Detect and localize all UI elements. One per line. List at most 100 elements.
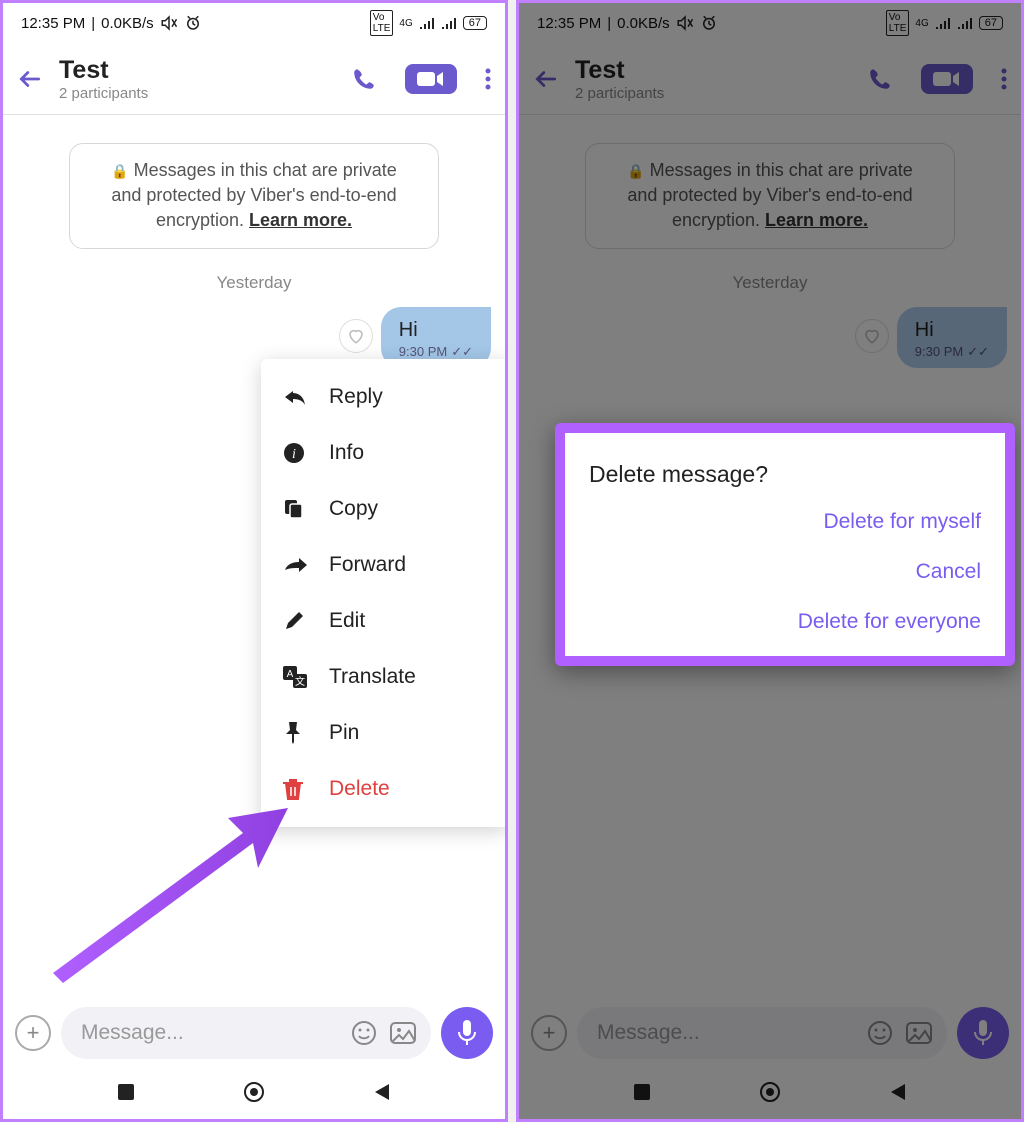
- volte-icon: VoLTE: [886, 10, 910, 36]
- android-nav-bar: [3, 1065, 505, 1119]
- phone-right: 12:35 PM | 0.0KB/s VoLTE 4G 67 Test 2 pa…: [516, 0, 1024, 1122]
- gallery-button[interactable]: [389, 1021, 417, 1045]
- delete-for-everyone-button[interactable]: Delete for everyone: [798, 610, 981, 634]
- emoji-button[interactable]: [351, 1020, 377, 1046]
- nav-recent[interactable]: [117, 1083, 135, 1101]
- menu-pin[interactable]: Pin: [261, 705, 508, 761]
- nav-recent[interactable]: [633, 1083, 651, 1101]
- forward-icon: [283, 558, 309, 572]
- reply-icon: [283, 389, 309, 405]
- react-button[interactable]: [339, 319, 373, 353]
- privacy-notice: 🔒 Messages in this chat are private and …: [69, 143, 439, 249]
- message-input[interactable]: Message...: [61, 1007, 431, 1059]
- svg-text:文: 文: [295, 675, 305, 688]
- message-time: 9:30 PM: [915, 344, 963, 359]
- battery-icon: 67: [979, 16, 1003, 30]
- chat-body: 🔒 Messages in this chat are private and …: [519, 115, 1021, 368]
- alarm-icon: [184, 14, 202, 32]
- message-input-bar: + Message...: [3, 1001, 505, 1065]
- menu-forward[interactable]: Forward: [261, 537, 508, 593]
- nav-home[interactable]: [243, 1081, 265, 1103]
- alarm-icon: [700, 14, 718, 32]
- edit-icon: [283, 610, 309, 632]
- status-time: 12:35 PM: [21, 15, 85, 32]
- chat-header: Test 2 participants: [3, 43, 505, 115]
- read-checks-icon: ✓✓: [451, 344, 473, 360]
- 4g-icon: 4G: [399, 18, 412, 29]
- input-placeholder: Message...: [81, 1021, 339, 1045]
- 4g-icon: 4G: [915, 18, 928, 29]
- call-button[interactable]: [351, 66, 377, 92]
- chat-title: Test: [59, 56, 335, 85]
- nav-back[interactable]: [889, 1082, 907, 1102]
- message-bubble[interactable]: Hi 9:30 PM ✓✓: [897, 307, 1007, 368]
- chat-title-block[interactable]: Test 2 participants: [59, 56, 335, 102]
- voice-button[interactable]: [441, 1007, 493, 1059]
- back-button[interactable]: [17, 66, 43, 92]
- info-icon: i: [283, 442, 309, 464]
- privacy-notice: 🔒 Messages in this chat are private and …: [585, 143, 955, 249]
- nav-home[interactable]: [759, 1081, 781, 1103]
- signal-icon: [419, 16, 435, 30]
- message-text: Hi: [399, 319, 473, 342]
- phone-left: 12:35 PM | 0.0KB/s VoLTE 4G: [0, 0, 508, 1122]
- more-button[interactable]: [1001, 67, 1007, 91]
- chat-body: 🔒 Messages in this chat are private and …: [3, 115, 505, 368]
- svg-text:i: i: [292, 447, 296, 462]
- nav-back[interactable]: [373, 1082, 391, 1102]
- message-time: 9:30 PM: [399, 344, 447, 359]
- menu-delete[interactable]: Delete: [261, 761, 508, 817]
- input-placeholder: Message...: [597, 1021, 855, 1045]
- emoji-button[interactable]: [867, 1020, 893, 1046]
- message-input[interactable]: Message...: [577, 1007, 947, 1059]
- status-net: 0.0KB/s: [617, 15, 670, 32]
- delete-dialog: Delete message? Delete for myself Cancel…: [555, 423, 1015, 666]
- annotation-arrow: [33, 783, 293, 983]
- pin-icon: [283, 722, 309, 744]
- chat-subtitle: 2 participants: [575, 85, 851, 102]
- chat-title-block[interactable]: Test 2 participants: [575, 56, 851, 102]
- back-button[interactable]: [533, 66, 559, 92]
- android-nav-bar: [519, 1065, 1021, 1119]
- message-row: Hi 9:30 PM ✓✓: [533, 307, 1007, 368]
- learn-more-link[interactable]: Learn more.: [249, 210, 352, 230]
- message-text: Hi: [915, 319, 989, 342]
- more-button[interactable]: [485, 67, 491, 91]
- attach-button[interactable]: +: [15, 1015, 51, 1051]
- react-button[interactable]: [855, 319, 889, 353]
- attach-button[interactable]: +: [531, 1015, 567, 1051]
- call-button[interactable]: [867, 66, 893, 92]
- lock-icon: 🔒: [627, 163, 644, 179]
- read-checks-icon: ✓✓: [967, 344, 989, 360]
- lock-icon: 🔒: [111, 163, 128, 179]
- video-call-button[interactable]: [921, 64, 973, 94]
- message-context-menu: Reply i Info Copy Forward Edit A文 Transl…: [261, 359, 508, 827]
- gallery-button[interactable]: [905, 1021, 933, 1045]
- voice-button[interactable]: [957, 1007, 1009, 1059]
- status-bar: 12:35 PM | 0.0KB/s VoLTE 4G 67: [519, 3, 1021, 43]
- dialog-title: Delete message?: [589, 461, 981, 488]
- menu-reply[interactable]: Reply: [261, 369, 508, 425]
- copy-icon: [283, 498, 309, 520]
- menu-copy[interactable]: Copy: [261, 481, 508, 537]
- date-separator: Yesterday: [217, 273, 292, 293]
- message-input-bar: + Message...: [519, 1001, 1021, 1065]
- chat-subtitle: 2 participants: [59, 85, 335, 102]
- chat-header: Test 2 participants: [519, 43, 1021, 115]
- signal-icon: [935, 16, 951, 30]
- menu-info[interactable]: i Info: [261, 425, 508, 481]
- translate-icon: A文: [283, 666, 309, 688]
- delete-icon: [283, 778, 309, 800]
- volte-icon: VoLTE: [370, 10, 394, 36]
- date-separator: Yesterday: [733, 273, 808, 293]
- menu-translate[interactable]: A文 Translate: [261, 649, 508, 705]
- battery-icon: 67: [463, 16, 487, 30]
- delete-for-myself-button[interactable]: Delete for myself: [823, 510, 981, 534]
- cancel-button[interactable]: Cancel: [916, 560, 981, 584]
- status-time: 12:35 PM: [537, 15, 601, 32]
- mute-icon: [160, 14, 178, 32]
- video-call-button[interactable]: [405, 64, 457, 94]
- menu-edit[interactable]: Edit: [261, 593, 508, 649]
- learn-more-link[interactable]: Learn more.: [765, 210, 868, 230]
- svg-text:A: A: [287, 669, 294, 680]
